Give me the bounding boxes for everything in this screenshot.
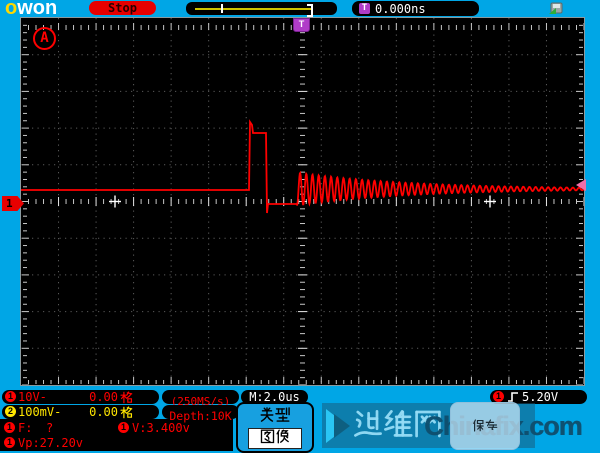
trigger-offset-value: 0.000ns xyxy=(375,2,426,16)
trigger-source-badge: 1 xyxy=(493,391,504,402)
trigger-horizontal-marker[interactable]: T xyxy=(293,18,310,32)
ch2-badge: 2 xyxy=(5,406,16,417)
freq-value: ? xyxy=(46,422,53,435)
ch2-offset: 0.00 xyxy=(78,405,118,419)
menu-item-image[interactable] xyxy=(248,428,302,449)
depth-pill: Depth:10K xyxy=(162,405,239,419)
meas-freq-ch-badge: 1 xyxy=(4,422,15,433)
meas-volt-ch-badge: 1 xyxy=(118,422,129,433)
ch2-status-pill: 2 100mV- 0.00 xyxy=(2,405,159,419)
auto-trigger-badge: A xyxy=(33,27,56,50)
save-button[interactable] xyxy=(450,402,520,450)
trigger-position-marker[interactable] xyxy=(221,4,223,13)
trigger-offset-readout: T 0.000ns xyxy=(352,1,479,16)
freq-label: F: xyxy=(18,422,32,435)
volt-measurement: V:3.400v xyxy=(132,422,190,435)
meas-vpp-ch-badge: 1 xyxy=(4,437,15,448)
trigger-level-value: 5.20V xyxy=(522,390,558,404)
ch1-status-pill: 1 10V- 0.00 xyxy=(2,390,159,404)
menu-item-image-label xyxy=(260,429,290,447)
sample-rate-pill: (250MS/s) xyxy=(162,390,239,404)
save-to-usb-icon[interactable] xyxy=(548,2,563,15)
vpp-measurement: Vp:27.20v xyxy=(18,437,83,450)
run-stop-button[interactable]: Stop xyxy=(89,1,156,15)
trigger-t-icon: T xyxy=(359,3,370,14)
menu-title[interactable] xyxy=(259,407,291,426)
ch1-offset-unit xyxy=(120,390,133,405)
owon-logo-o: o xyxy=(5,0,17,19)
ch1-waveform-trace xyxy=(21,18,584,385)
ch2-offset-unit xyxy=(120,405,133,420)
ch1-scale: 10V- xyxy=(18,390,47,404)
window-end-bracket-icon xyxy=(307,4,313,17)
record-span-line xyxy=(195,8,311,10)
scope-display: A T xyxy=(20,17,585,386)
ch1-badge: 1 xyxy=(5,391,16,402)
watermark-chevron-icon xyxy=(324,408,354,444)
menu-panel xyxy=(236,402,314,453)
ch2-scale: 100mV- xyxy=(18,405,61,419)
save-button-label xyxy=(472,403,498,449)
trigger-position-bar[interactable] xyxy=(186,2,337,15)
ch1-offset: 0.00 xyxy=(78,390,118,404)
